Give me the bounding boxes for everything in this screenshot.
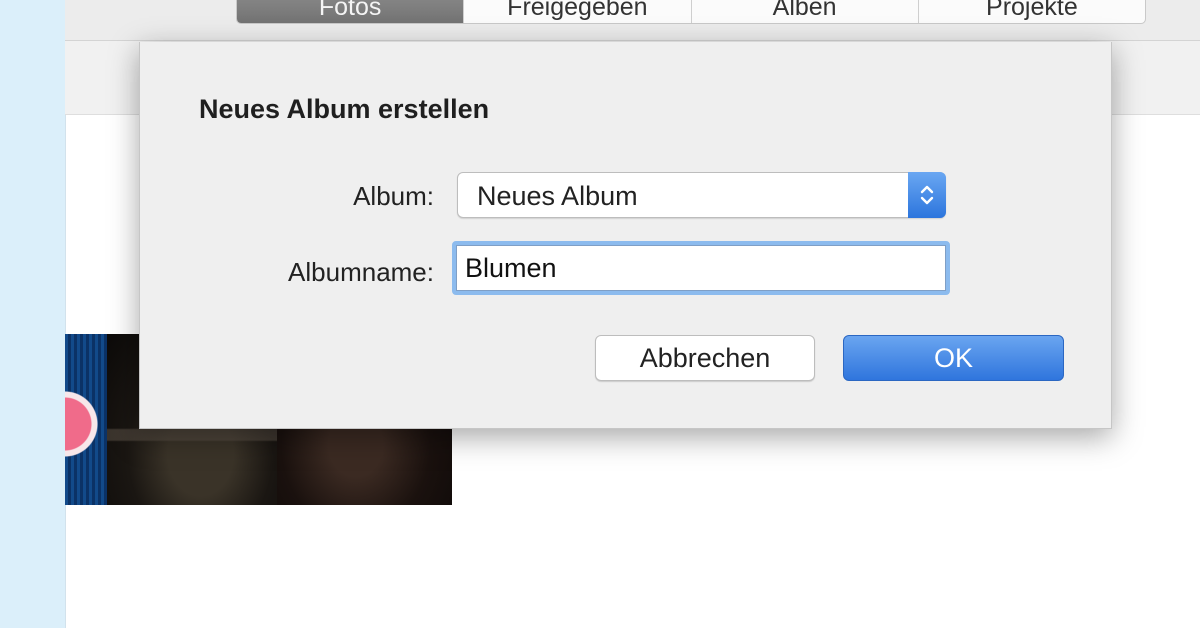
dialog-title: Neues Album erstellen: [199, 94, 490, 124]
view-segmented-control: Fotos Freigegeben Alben Projekte: [236, 0, 1146, 24]
tab-projekte[interactable]: Projekte: [919, 0, 1145, 23]
photo-thumbnail[interactable]: [65, 334, 107, 505]
new-album-dialog: Neues Album erstellen Album: Neues Album…: [139, 42, 1112, 429]
updown-chevrons-icon[interactable]: [908, 172, 946, 218]
album-select-value: Neues Album: [477, 181, 638, 211]
tab-alben[interactable]: Alben: [692, 0, 919, 23]
toolbar: Fotos Freigegeben Alben Projekte: [65, 0, 1200, 41]
albumname-input[interactable]: [456, 245, 946, 291]
albumname-label: Albumname:: [288, 257, 434, 287]
album-label: Album:: [353, 181, 434, 211]
tab-freigegeben[interactable]: Freigegeben: [464, 0, 692, 23]
sidebar: [0, 0, 66, 628]
album-select[interactable]: Neues Album: [457, 172, 946, 218]
albumname-field-focus-ring: [452, 241, 950, 295]
tab-fotos[interactable]: Fotos: [237, 0, 465, 23]
ok-button[interactable]: OK: [843, 335, 1064, 381]
cancel-button[interactable]: Abbrechen: [595, 335, 815, 381]
